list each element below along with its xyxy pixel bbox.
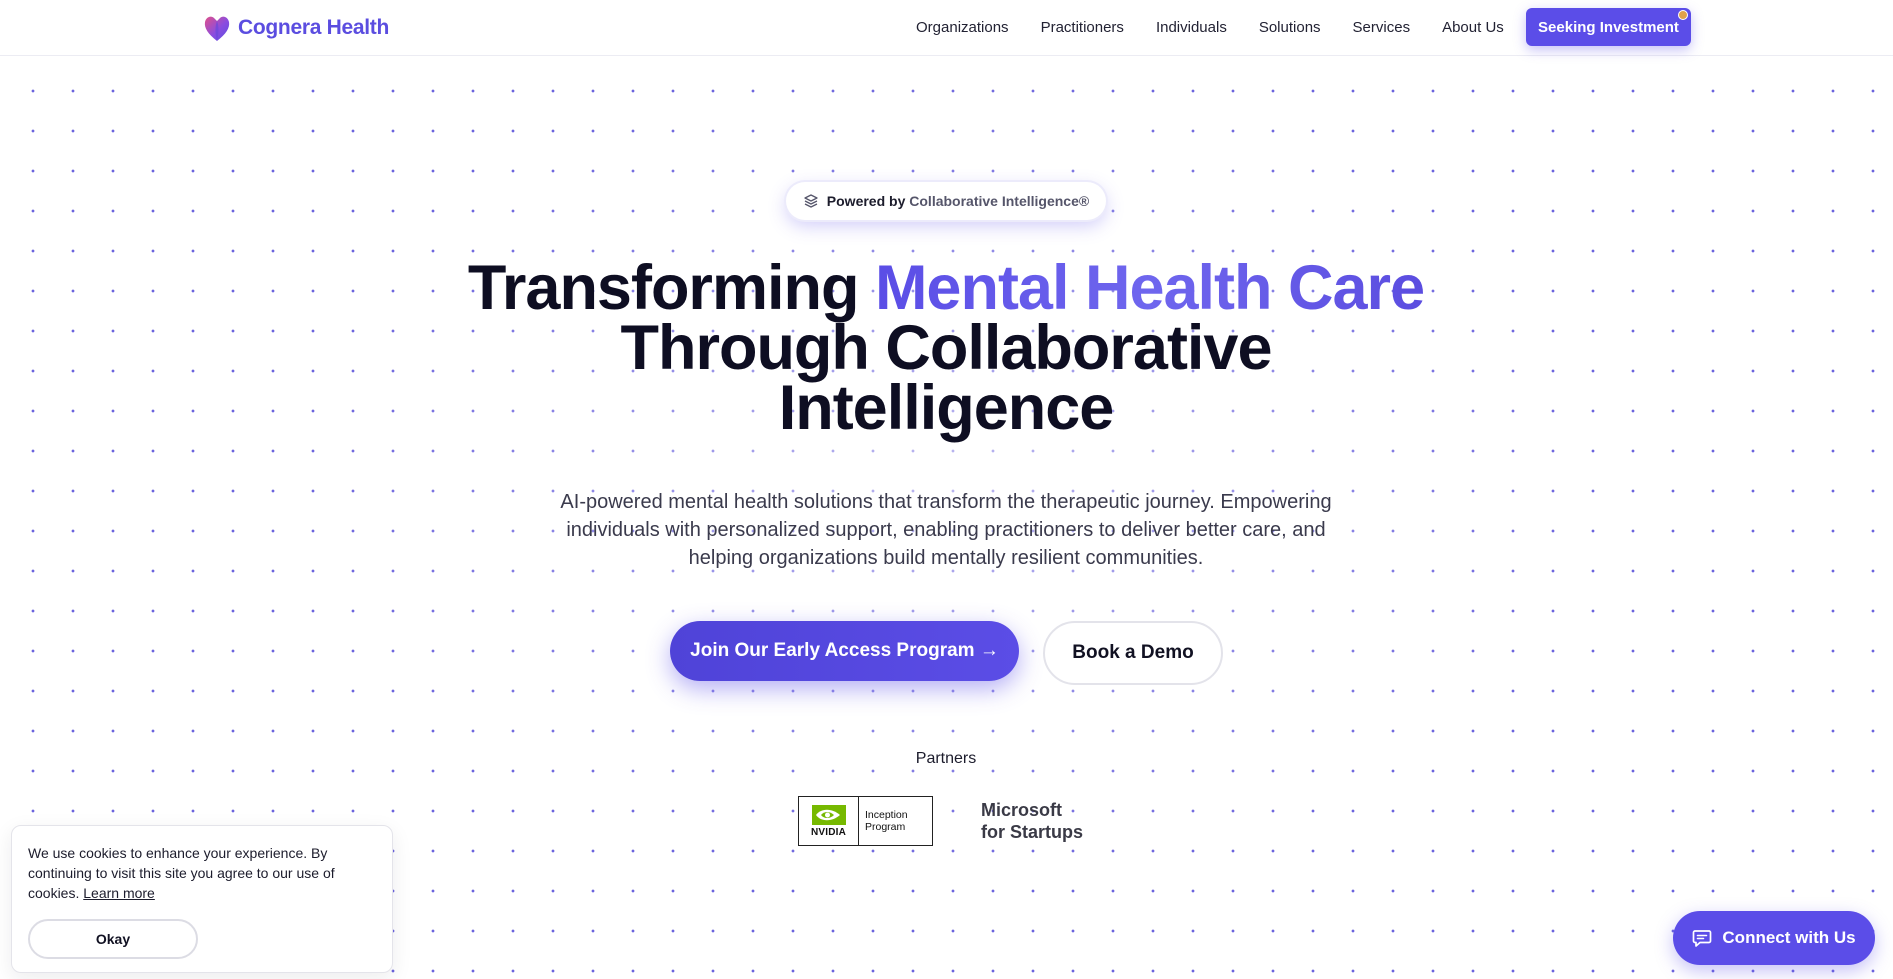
microsoft-line1: Microsoft xyxy=(981,800,1062,820)
nvidia-inception-logo: NVIDIA Inception Program xyxy=(798,796,933,846)
connect-with-us-label: Connect with Us xyxy=(1722,928,1856,947)
nav-about-us[interactable]: About Us xyxy=(1442,19,1504,36)
book-demo-button[interactable]: Book a Demo xyxy=(1043,621,1223,685)
nvidia-line1: Inception xyxy=(865,809,908,821)
nvidia-line2: Program xyxy=(865,821,906,833)
nav-individuals[interactable]: Individuals xyxy=(1156,19,1227,36)
nvidia-mark: NVIDIA xyxy=(799,797,859,845)
join-early-access-button[interactable]: Join Our Early Access Program → xyxy=(670,621,1019,681)
connect-with-us-button[interactable]: Connect with Us xyxy=(1673,911,1875,965)
layers-icon xyxy=(804,194,818,208)
nav-services[interactable]: Services xyxy=(1353,19,1411,36)
cookie-banner: We use cookies to enhance your experienc… xyxy=(11,825,393,973)
nav-solutions[interactable]: Solutions xyxy=(1259,19,1321,36)
seeking-investment-button[interactable]: Seeking Investment xyxy=(1526,8,1691,46)
main-nav: Organizations Practitioners Individuals … xyxy=(916,0,1536,54)
cookie-message: We use cookies to enhance your experienc… xyxy=(28,845,335,901)
chat-bubble-icon xyxy=(1693,930,1712,947)
hero-subtitle: AI-powered mental health solutions that … xyxy=(560,491,1332,569)
brand-name: Cognera Health xyxy=(238,16,389,39)
site-header: Cognera Health Organizations Practitione… xyxy=(0,0,1893,56)
seeking-investment-label: Seeking Investment xyxy=(1538,18,1679,36)
microsoft-startups-logo: Microsoft for Startups xyxy=(981,799,1121,843)
nav-practitioners[interactable]: Practitioners xyxy=(1041,19,1124,36)
nav-organizations[interactable]: Organizations xyxy=(916,19,1009,36)
cookie-okay-button[interactable]: Okay xyxy=(28,919,198,959)
hero-title-part2: Through Collaborative Intelligence xyxy=(620,313,1272,443)
hero-title: Transforming Mental Health Care Through … xyxy=(446,257,1446,440)
badge-prefix: Powered by xyxy=(826,193,910,209)
partners-label: Partners xyxy=(915,750,977,767)
microsoft-line2: for Startups xyxy=(981,822,1084,842)
badge-highlight: Collaborative Intelligence® xyxy=(909,193,1090,209)
heart-logo-icon xyxy=(204,16,230,41)
cookie-text: We use cookies to enhance your experienc… xyxy=(28,843,376,903)
brand-logo-link[interactable]: Cognera Health xyxy=(202,12,389,44)
notification-dot xyxy=(1678,10,1688,20)
cookie-learn-more-link[interactable]: Learn more xyxy=(83,885,155,901)
nvidia-program-text: Inception Program xyxy=(859,797,932,845)
nvidia-wordmark: NVIDIA xyxy=(810,826,847,838)
powered-by-badge: Powered by Collaborative Intelligence® xyxy=(786,182,1106,220)
nvidia-eye-icon xyxy=(811,804,846,825)
badge-text: Powered by Collaborative Intelligence® xyxy=(827,193,1089,209)
